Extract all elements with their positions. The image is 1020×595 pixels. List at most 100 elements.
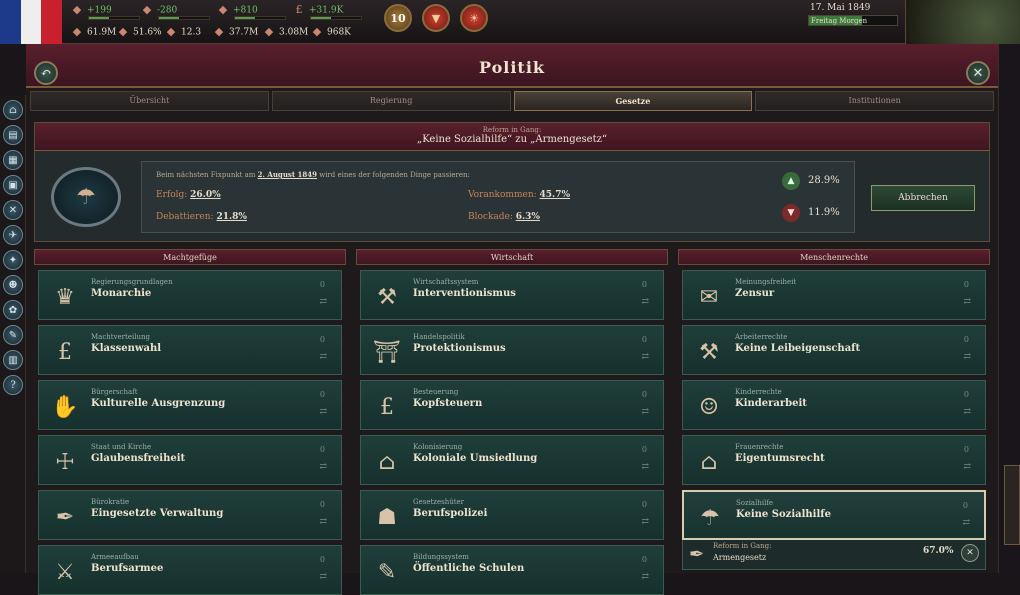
law-card[interactable]: ✋ Bürgerschaft Kulturelle Ausgrenzung 0 ⇄ [38, 380, 342, 430]
swap-icon[interactable]: ⇄ [641, 407, 649, 417]
swap-icon[interactable]: ⇄ [319, 572, 327, 582]
market-icon[interactable]: ▣ [3, 175, 23, 195]
swap-icon[interactable]: ⇄ [963, 297, 971, 307]
ledger-icon[interactable]: ▥ [3, 350, 23, 370]
law-card[interactable]: ♛ Regierungsgrundlagen Monarchie 0 ⇄ [38, 270, 342, 320]
journal-icon[interactable]: ✎ [3, 325, 23, 345]
swap-icon[interactable]: ⇄ [641, 352, 649, 362]
lightbulb-icon[interactable]: ☀ [460, 4, 488, 32]
stat-3[interactable]: ◆ 37.7M [212, 26, 259, 38]
law-category: Bürokratie [91, 498, 130, 506]
stat-5[interactable]: ◆ 968K [310, 26, 351, 38]
success-value: 26.0% [190, 190, 221, 200]
swap-icon[interactable]: ⇄ [963, 352, 971, 362]
law-card[interactable]: ☺ Kinderrechte Kinderarbeit 0 ⇄ [682, 380, 986, 430]
swap-icon[interactable]: ⇄ [962, 518, 970, 528]
swap-icon[interactable]: ⇄ [319, 407, 327, 417]
law-card[interactable]: ⌂ Kolonisierung Koloniale Umsiedlung 0 ⇄ [360, 435, 664, 485]
swap-icon[interactable]: ⇄ [641, 297, 649, 307]
law-category: Kolonisierung [413, 443, 463, 451]
stat-4[interactable]: ◆ 3.08M [262, 26, 309, 38]
praying-hands-icon: ☩ [55, 449, 75, 475]
law-column-0: Machtgefüge ♛ Regierungsgrundlagen Monarchi… [34, 249, 346, 595]
tab-2[interactable]: Gesetze [513, 91, 753, 111]
swap-icon[interactable]: ⇄ [641, 517, 649, 527]
stat-value: 968K [327, 27, 351, 38]
law-count: 0 [963, 335, 969, 344]
debate-stat: Debattieren: 21.8% [156, 212, 247, 222]
stat-1[interactable]: ◆ 51.6% [116, 26, 162, 38]
law-card[interactable]: ☗ Gesetzeshüter Berufspolizei 0 ⇄ [360, 490, 664, 540]
cancel-reform-button[interactable]: Abbrechen [871, 185, 975, 211]
swap-icon[interactable]: ⇄ [319, 462, 327, 472]
law-card[interactable]: ☩ Staat und Kirche Glaubensfreiheit 0 ⇄ [38, 435, 342, 485]
stat-2[interactable]: ◆ 12.3 [164, 26, 201, 38]
law-card[interactable]: ⚒ Wirtschaftssystem Interventionismus 0 ⇄ [360, 270, 664, 320]
stat-value: 61.9M [87, 27, 117, 38]
law-card[interactable]: ☂ Sozialhilfe Keine Sozialhilfe 0 ⇄ [682, 490, 986, 540]
tab-1[interactable]: Regierung [271, 91, 511, 111]
law-name: Kopfsteuern [413, 398, 483, 409]
resource-value: +31.9K [309, 5, 344, 16]
law-card[interactable]: ⛩ Handelspolitik Protektionismus 0 ⇄ [360, 325, 664, 375]
tab-3[interactable]: Institutionen [755, 91, 994, 111]
tab-0[interactable]: Übersicht [30, 91, 269, 111]
culture-icon[interactable]: ✿ [3, 300, 23, 320]
alert-shield-icon[interactable]: ▼ [422, 4, 450, 32]
stat-0[interactable]: ◆ 61.9M [70, 26, 117, 38]
panel-header: ↶ Politik ✕ [26, 44, 998, 88]
checkpoint-date[interactable]: 2. August 1849 [258, 170, 317, 179]
reform-law-icon: ☂ [51, 167, 121, 227]
swap-icon[interactable]: ⇄ [641, 462, 649, 472]
resource-0[interactable]: ◆ +199 [70, 4, 112, 16]
block-stat: Blockade: 6.3% [468, 212, 540, 222]
swap-icon[interactable]: ⇄ [963, 407, 971, 417]
law-card[interactable]: ✒ Bürokratie Eingesetzte Verwaltung 0 ⇄ [38, 490, 342, 540]
resource-3[interactable]: £ +31.9K [292, 3, 344, 16]
column-header: Machtgefüge [34, 249, 346, 265]
law-name: Eigentumsrecht [735, 453, 825, 464]
budget-icon[interactable]: ▤ [3, 125, 23, 145]
law-card[interactable]: £ Machtverteilung Klassenwahl 0 ⇄ [38, 325, 342, 375]
notification-tab[interactable] [1004, 465, 1020, 545]
swap-icon[interactable]: ⇄ [641, 572, 649, 582]
buildings-icon[interactable]: ▦ [3, 150, 23, 170]
tech-icon[interactable]: ✦ [3, 250, 23, 270]
law-card[interactable]: ⚔ Armeeaufbau Berufsarmee 0 ⇄ [38, 545, 342, 595]
swap-icon[interactable]: ⇄ [319, 352, 327, 362]
game-speed-bar[interactable]: Freitag Morgen [808, 15, 898, 26]
clock-widget[interactable] [905, 0, 1020, 44]
resource-bar [158, 16, 210, 20]
swap-icon[interactable]: ⇄ [963, 462, 971, 472]
swap-icon[interactable]: ⇄ [319, 297, 327, 307]
resource-value: +199 [87, 5, 112, 16]
block-label: Blockade: [468, 212, 513, 222]
success-stat: Erfolg: 26.0% [156, 190, 221, 200]
diplomacy-icon[interactable]: ✈ [3, 225, 23, 245]
help-icon[interactable]: ? [3, 375, 23, 395]
gate-icon: ⛩ [373, 339, 401, 365]
country-flag[interactable] [0, 0, 63, 44]
resource-1[interactable]: ◆ -280 [140, 4, 177, 16]
swap-icon[interactable]: ⇄ [319, 517, 327, 527]
column-header: Wirtschaft [356, 249, 668, 265]
politics-icon[interactable]: ⌂ [3, 100, 23, 120]
resource-value: +810 [233, 5, 258, 16]
pound-icon: £ [295, 3, 303, 16]
cancel-sub-reform-icon[interactable]: ✕ [961, 544, 979, 562]
law-card[interactable]: ⚒ Arbeiterrechte Keine Leibeigenschaft 0 ⇄ [682, 325, 986, 375]
law-count: 0 [641, 555, 647, 564]
population-icon[interactable]: ☻ [3, 275, 23, 295]
law-count: 0 [319, 445, 325, 454]
resource-2[interactable]: ◆ +810 [216, 4, 258, 16]
authority-badge[interactable]: 10 [384, 4, 412, 32]
military-icon[interactable]: ✕ [3, 200, 23, 220]
law-card[interactable]: ✎ Bildungssystem Öffentliche Schulen 0 ⇄ [360, 545, 664, 595]
law-card[interactable]: ⌂ Frauenrechte Eigentumsrecht 0 ⇄ [682, 435, 986, 485]
close-button[interactable]: ✕ [966, 61, 990, 85]
law-card[interactable]: £ Besteuerung Kopfsteuern 0 ⇄ [360, 380, 664, 430]
soldier-icon: ⚔ [55, 559, 75, 585]
law-card[interactable]: ✉ Meinungsfreiheit Zensur 0 ⇄ [682, 270, 986, 320]
support-percent: 28.9% [808, 175, 840, 186]
thumbs-down-icon: ▼ [782, 204, 800, 222]
